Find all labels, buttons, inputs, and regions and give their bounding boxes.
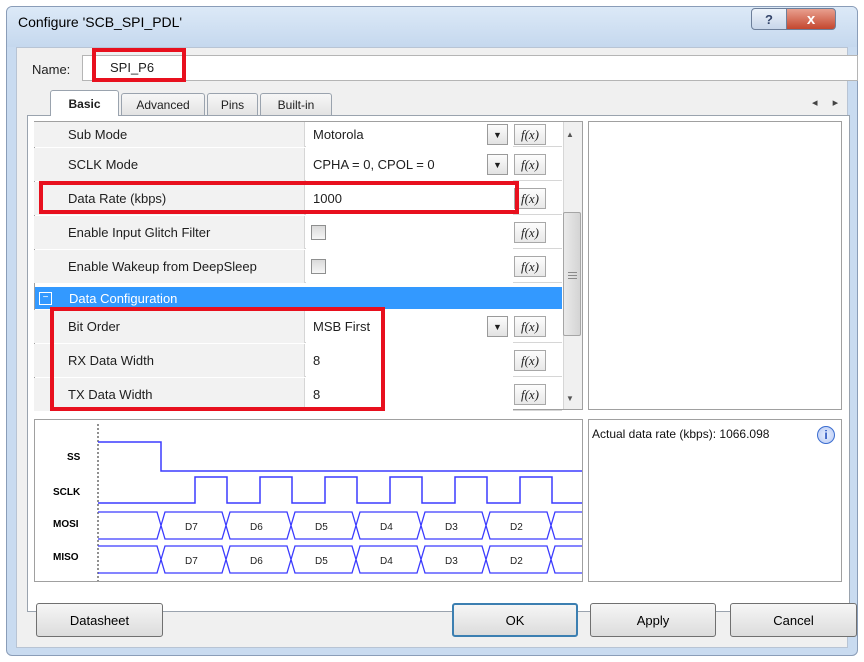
miso-bit-label: D7 bbox=[185, 556, 198, 567]
fx-button[interactable]: f(x) bbox=[514, 222, 546, 243]
mosi-bit-label: D6 bbox=[250, 522, 263, 533]
ss-waveform bbox=[98, 441, 582, 472]
tx-width-input[interactable]: 8 bbox=[306, 378, 513, 411]
tab-pins[interactable]: Pins bbox=[207, 93, 258, 115]
bit-order-select[interactable]: MSB First bbox=[306, 310, 513, 343]
property-name: Enable Wakeup from DeepSleep bbox=[34, 250, 305, 283]
property-name: Data Rate (kbps) bbox=[34, 182, 305, 215]
help-icon: ? bbox=[765, 11, 773, 27]
mosi-bit-label: D7 bbox=[185, 522, 198, 533]
ok-button[interactable]: OK bbox=[452, 603, 578, 637]
close-icon: x bbox=[806, 10, 816, 28]
mosi-bit-label: D5 bbox=[315, 522, 328, 533]
chevron-down-icon[interactable]: ▼ bbox=[487, 316, 508, 337]
fx-button[interactable]: f(x) bbox=[514, 316, 546, 337]
sclk-mode-select[interactable]: CPHA = 0, CPOL = 0 bbox=[306, 148, 513, 181]
property-name: Enable Input Glitch Filter bbox=[34, 216, 305, 249]
property-name: Sub Mode bbox=[34, 122, 305, 147]
property-name: RX Data Width bbox=[34, 344, 305, 377]
miso-bit-label: D2 bbox=[510, 556, 523, 567]
tab-advanced[interactable]: Advanced bbox=[121, 93, 205, 115]
signal-label-ss: SS bbox=[67, 452, 81, 463]
miso-bit-label: D3 bbox=[445, 556, 458, 567]
fx-button[interactable]: f(x) bbox=[514, 384, 546, 405]
name-input[interactable] bbox=[82, 55, 858, 81]
waveform-svg: SS SCLK MOSI MISO D7 D6 D5 D4 D3 D2 D7 D6 D5 D4 D… bbox=[53, 424, 582, 581]
miso-bit-label: D4 bbox=[380, 556, 393, 567]
rx-width-input[interactable]: 8 bbox=[306, 344, 513, 377]
tab-basic[interactable]: Basic bbox=[50, 90, 119, 116]
property-name: SCLK Mode bbox=[34, 148, 305, 181]
tab-scroll-arrows-icon[interactable]: ◂ ▸ bbox=[812, 96, 844, 109]
tab-built-in[interactable]: Built-in bbox=[260, 93, 332, 115]
fx-button[interactable]: f(x) bbox=[514, 188, 546, 209]
property-name: Bit Order bbox=[34, 310, 305, 343]
mosi-bit-label: D3 bbox=[445, 522, 458, 533]
property-value-cell bbox=[306, 250, 513, 283]
category-data-configuration[interactable]: − Data Configuration bbox=[35, 287, 562, 309]
actual-rate-value: 1066.098 bbox=[719, 427, 770, 441]
fx-button[interactable]: f(x) bbox=[514, 350, 546, 371]
close-button[interactable]: x bbox=[786, 8, 836, 30]
sclk-waveform bbox=[98, 476, 582, 504]
mosi-bit-label: D2 bbox=[510, 522, 523, 533]
data-rate-input[interactable]: 1000 bbox=[306, 182, 513, 215]
signal-label-sclk: SCLK bbox=[53, 487, 81, 498]
fx-button[interactable]: f(x) bbox=[514, 256, 546, 277]
cancel-button[interactable]: Cancel bbox=[730, 603, 857, 637]
scroll-up-icon[interactable]: ▲ bbox=[566, 130, 574, 139]
chevron-down-icon[interactable]: ▼ bbox=[487, 154, 508, 175]
sub-mode-select[interactable]: Motorola bbox=[306, 122, 513, 147]
fx-button[interactable]: f(x) bbox=[514, 154, 546, 175]
mosi-bit-label: D4 bbox=[380, 522, 393, 533]
name-input-value: SPI_P6 bbox=[110, 60, 155, 75]
scrollbar-thumb[interactable] bbox=[563, 212, 581, 336]
actual-rate-label: Actual data rate (kbps): bbox=[592, 427, 717, 441]
name-label: Name: bbox=[32, 62, 71, 77]
signal-label-miso: MISO bbox=[53, 552, 79, 563]
apply-button[interactable]: Apply bbox=[590, 603, 716, 637]
miso-waveform: D7 D6 D5 D4 D3 D2 bbox=[98, 545, 582, 574]
datasheet-button[interactable]: Datasheet bbox=[36, 603, 163, 637]
actual-rate-panel bbox=[588, 419, 842, 582]
fx-button[interactable]: f(x) bbox=[514, 124, 546, 145]
chevron-down-icon[interactable]: ▼ bbox=[487, 124, 508, 145]
description-panel bbox=[588, 121, 842, 410]
property-name: TX Data Width bbox=[34, 378, 305, 411]
category-label: Data Configuration bbox=[69, 290, 178, 306]
window-title: Configure 'SCB_SPI_PDL' bbox=[18, 14, 183, 30]
collapse-icon[interactable]: − bbox=[39, 291, 52, 305]
info-icon[interactable]: i bbox=[817, 426, 835, 444]
mosi-waveform: D7 D6 D5 D4 D3 D2 bbox=[98, 511, 582, 540]
miso-bit-label: D6 bbox=[250, 556, 263, 567]
signal-label-mosi: MOSI bbox=[53, 519, 79, 530]
glitch-filter-checkbox[interactable] bbox=[311, 225, 326, 240]
scroll-down-icon[interactable]: ▼ bbox=[566, 394, 574, 403]
actual-rate-text: Actual data rate (kbps): 1066.098 bbox=[592, 427, 769, 441]
wakeup-checkbox[interactable] bbox=[311, 259, 326, 274]
property-value-cell bbox=[306, 216, 513, 249]
miso-bit-label: D5 bbox=[315, 556, 328, 567]
scroll-grip-icon bbox=[568, 272, 577, 273]
spi-waveform-diagram: SS SCLK MOSI MISO D7 D6 D5 D4 D3 D2 D7 D6 D5 D4 D… bbox=[34, 419, 583, 582]
help-button[interactable]: ? bbox=[751, 8, 787, 30]
